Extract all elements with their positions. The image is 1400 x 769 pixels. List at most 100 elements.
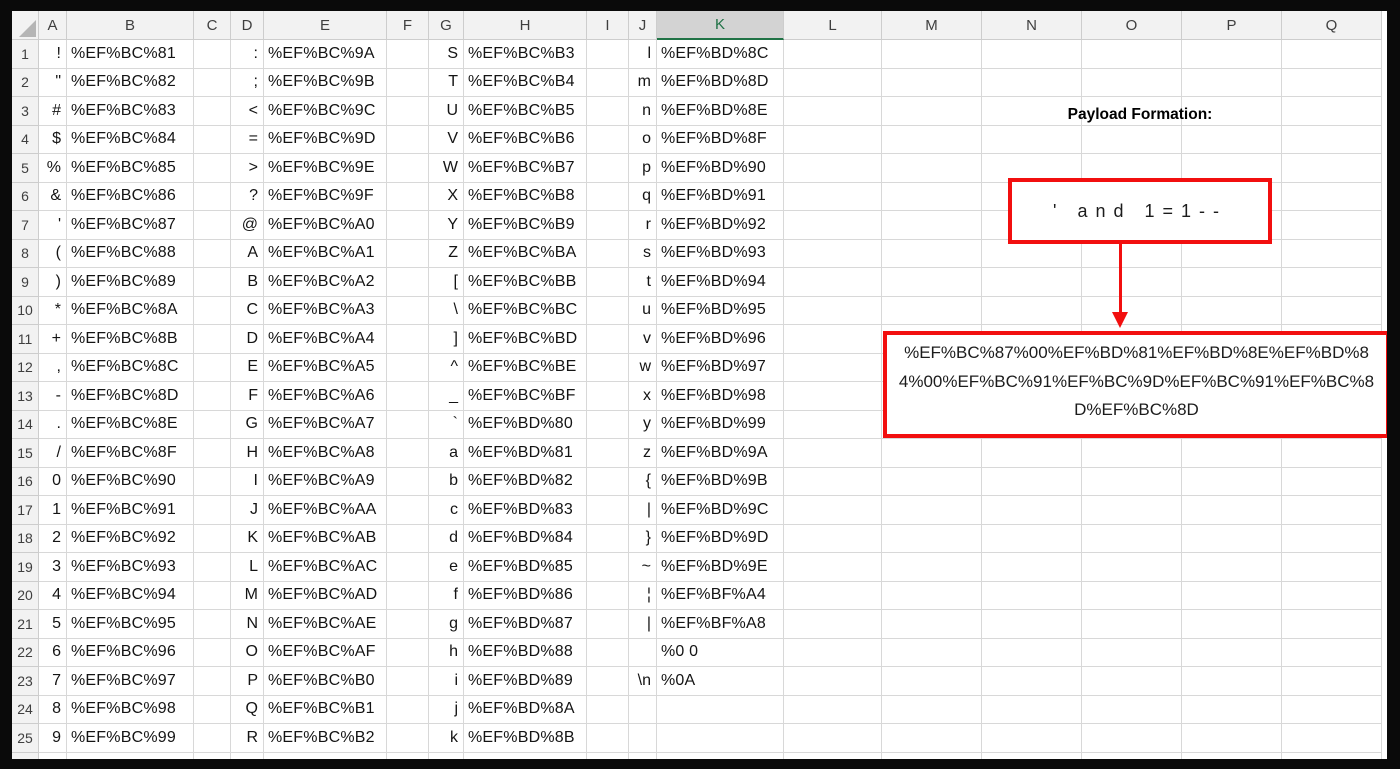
cell-P4[interactable] bbox=[1182, 125, 1282, 154]
cell-P26[interactable] bbox=[1182, 752, 1282, 759]
cell-P18[interactable] bbox=[1182, 524, 1282, 553]
cell-H25[interactable]: %EF%BD%8B bbox=[464, 724, 587, 753]
cell-E18[interactable]: %EF%BC%AB bbox=[264, 524, 387, 553]
cell-J4[interactable]: o bbox=[629, 125, 657, 154]
cell-D25[interactable]: R bbox=[231, 724, 264, 753]
cell-N10[interactable] bbox=[982, 296, 1082, 325]
cell-H7[interactable]: %EF%BC%B9 bbox=[464, 211, 587, 240]
cell-E16[interactable]: %EF%BC%A9 bbox=[264, 467, 387, 496]
cell-I1[interactable] bbox=[587, 40, 629, 69]
cell-B26[interactable] bbox=[67, 752, 194, 759]
cell-G12[interactable]: ^ bbox=[429, 353, 464, 382]
cell-N20[interactable] bbox=[982, 581, 1082, 610]
cell-A20[interactable]: 4 bbox=[39, 581, 67, 610]
cell-N17[interactable] bbox=[982, 496, 1082, 525]
cell-J16[interactable]: { bbox=[629, 467, 657, 496]
cell-P22[interactable] bbox=[1182, 638, 1282, 667]
cell-K2[interactable]: %EF%BD%8D bbox=[657, 68, 784, 97]
row-header-17[interactable]: 17 bbox=[12, 496, 39, 525]
cell-J7[interactable]: r bbox=[629, 211, 657, 240]
cell-G8[interactable]: Z bbox=[429, 239, 464, 268]
cell-J26[interactable] bbox=[629, 752, 657, 759]
cell-F6[interactable] bbox=[387, 182, 429, 211]
cell-A5[interactable]: % bbox=[39, 154, 67, 183]
cell-J9[interactable]: t bbox=[629, 268, 657, 297]
cell-L22[interactable] bbox=[784, 638, 882, 667]
cell-P25[interactable] bbox=[1182, 724, 1282, 753]
cell-O22[interactable] bbox=[1082, 638, 1182, 667]
cell-H6[interactable]: %EF%BC%B8 bbox=[464, 182, 587, 211]
cell-L23[interactable] bbox=[784, 667, 882, 696]
cell-G11[interactable]: ] bbox=[429, 325, 464, 354]
cell-C5[interactable] bbox=[194, 154, 231, 183]
cell-A16[interactable]: 0 bbox=[39, 467, 67, 496]
cell-A18[interactable]: 2 bbox=[39, 524, 67, 553]
cell-B8[interactable]: %EF%BC%88 bbox=[67, 239, 194, 268]
cell-E8[interactable]: %EF%BC%A1 bbox=[264, 239, 387, 268]
cell-E14[interactable]: %EF%BC%A7 bbox=[264, 410, 387, 439]
cell-D7[interactable]: @ bbox=[231, 211, 264, 240]
cell-F5[interactable] bbox=[387, 154, 429, 183]
cell-P15[interactable] bbox=[1182, 439, 1282, 468]
row-header-11[interactable]: 11 bbox=[12, 325, 39, 354]
cell-Q21[interactable] bbox=[1282, 610, 1382, 639]
cell-J11[interactable]: v bbox=[629, 325, 657, 354]
row-header-9[interactable]: 9 bbox=[12, 268, 39, 297]
cell-M17[interactable] bbox=[882, 496, 982, 525]
cell-C1[interactable] bbox=[194, 40, 231, 69]
cell-H21[interactable]: %EF%BD%87 bbox=[464, 610, 587, 639]
cell-F18[interactable] bbox=[387, 524, 429, 553]
row-header-5[interactable]: 5 bbox=[12, 154, 39, 183]
cell-P9[interactable] bbox=[1182, 268, 1282, 297]
cell-F4[interactable] bbox=[387, 125, 429, 154]
cell-L14[interactable] bbox=[784, 410, 882, 439]
cell-J8[interactable]: s bbox=[629, 239, 657, 268]
cell-D18[interactable]: K bbox=[231, 524, 264, 553]
cell-L6[interactable] bbox=[784, 182, 882, 211]
cell-F3[interactable] bbox=[387, 97, 429, 126]
payload-text-shape[interactable]: %EF%BC%87%00%EF%BD%81%EF%BD%8E%EF%BD%84%… bbox=[883, 331, 1387, 438]
cell-Q7[interactable] bbox=[1282, 211, 1382, 240]
cell-M24[interactable] bbox=[882, 695, 982, 724]
cell-B6[interactable]: %EF%BC%86 bbox=[67, 182, 194, 211]
cell-G6[interactable]: X bbox=[429, 182, 464, 211]
cell-K10[interactable]: %EF%BD%95 bbox=[657, 296, 784, 325]
cell-J6[interactable]: q bbox=[629, 182, 657, 211]
cell-K22[interactable]: %0 0 bbox=[657, 638, 784, 667]
cell-K25[interactable] bbox=[657, 724, 784, 753]
cell-G3[interactable]: U bbox=[429, 97, 464, 126]
cell-C3[interactable] bbox=[194, 97, 231, 126]
cell-A2[interactable]: " bbox=[39, 68, 67, 97]
cell-K17[interactable]: %EF%BD%9C bbox=[657, 496, 784, 525]
cell-D24[interactable]: Q bbox=[231, 695, 264, 724]
cell-L10[interactable] bbox=[784, 296, 882, 325]
cell-Q26[interactable] bbox=[1282, 752, 1382, 759]
cell-I9[interactable] bbox=[587, 268, 629, 297]
cell-P17[interactable] bbox=[1182, 496, 1282, 525]
cell-M9[interactable] bbox=[882, 268, 982, 297]
cell-O24[interactable] bbox=[1082, 695, 1182, 724]
cell-H20[interactable]: %EF%BD%86 bbox=[464, 581, 587, 610]
column-header-E[interactable]: E bbox=[264, 11, 387, 40]
cell-I3[interactable] bbox=[587, 97, 629, 126]
cell-Q15[interactable] bbox=[1282, 439, 1382, 468]
cell-N25[interactable] bbox=[982, 724, 1082, 753]
cell-Q2[interactable] bbox=[1282, 68, 1382, 97]
cell-L21[interactable] bbox=[784, 610, 882, 639]
column-header-K[interactable]: K bbox=[657, 11, 784, 40]
cell-M25[interactable] bbox=[882, 724, 982, 753]
cell-E23[interactable]: %EF%BC%B0 bbox=[264, 667, 387, 696]
cell-L19[interactable] bbox=[784, 553, 882, 582]
cell-K7[interactable]: %EF%BD%92 bbox=[657, 211, 784, 240]
cell-M22[interactable] bbox=[882, 638, 982, 667]
cell-N2[interactable] bbox=[982, 68, 1082, 97]
cell-Q18[interactable] bbox=[1282, 524, 1382, 553]
cell-N19[interactable] bbox=[982, 553, 1082, 582]
cell-I11[interactable] bbox=[587, 325, 629, 354]
cell-O4[interactable] bbox=[1082, 125, 1182, 154]
cell-I23[interactable] bbox=[587, 667, 629, 696]
cell-E17[interactable]: %EF%BC%AA bbox=[264, 496, 387, 525]
cell-B9[interactable]: %EF%BC%89 bbox=[67, 268, 194, 297]
cell-H26[interactable] bbox=[464, 752, 587, 759]
cell-C12[interactable] bbox=[194, 353, 231, 382]
